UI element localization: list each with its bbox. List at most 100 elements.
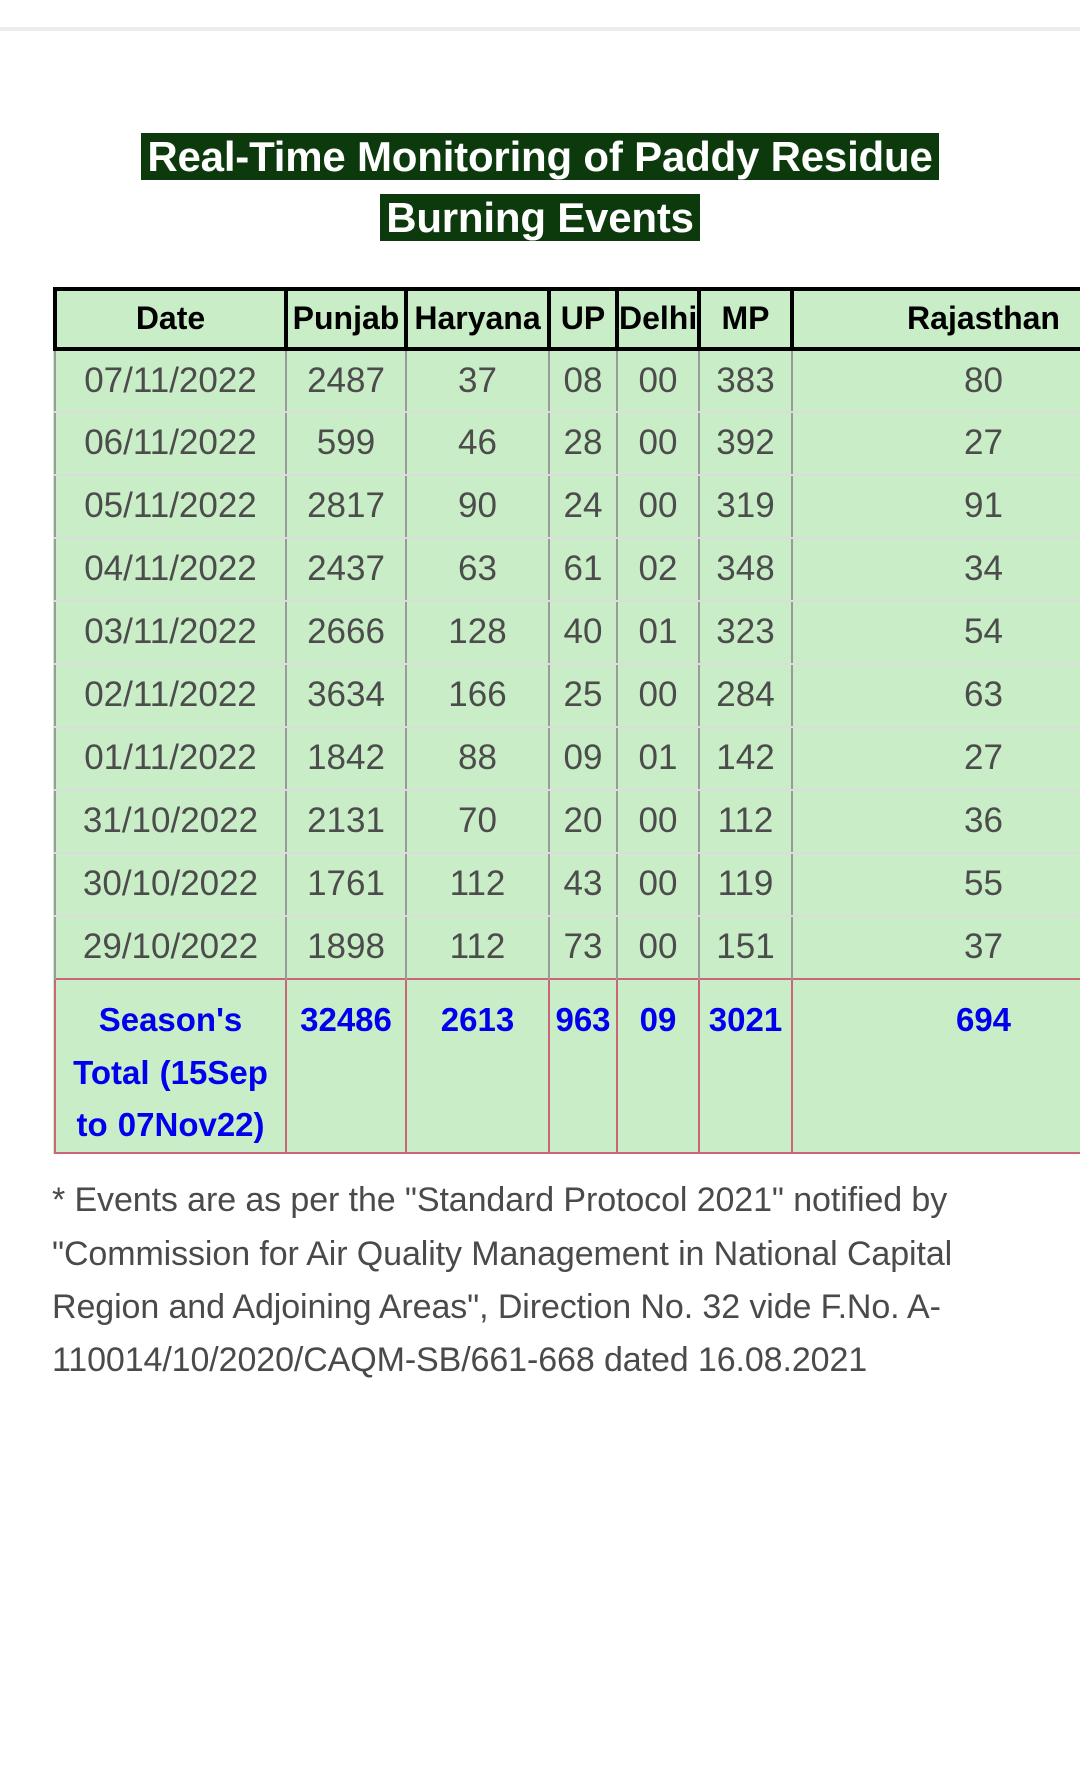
- season-total-up: 963: [548, 977, 618, 1155]
- cell-date: 31/10/2022: [54, 789, 286, 854]
- cell-rajasthan: 80: [791, 348, 1080, 413]
- cell-rajasthan: 34: [791, 537, 1080, 602]
- cell-date: 01/11/2022: [54, 726, 286, 791]
- cell-mp: 348: [698, 537, 792, 602]
- cell-punjab: 2437: [285, 537, 406, 602]
- cell-mp: 392: [698, 411, 792, 476]
- column-header-up: UP: [547, 286, 617, 351]
- cell-delhi: 01: [616, 726, 699, 791]
- cell-rajasthan: 54: [791, 600, 1080, 665]
- column-header-haryana: Haryana: [404, 286, 549, 351]
- cell-haryana: 46: [405, 411, 549, 476]
- cell-mp: 323: [698, 600, 792, 665]
- cell-haryana: 128: [405, 600, 549, 665]
- cell-up: 20: [548, 789, 617, 854]
- cell-date: 06/11/2022: [54, 411, 286, 476]
- cell-up: 08: [548, 348, 617, 413]
- cell-mp: 319: [698, 474, 792, 539]
- season-total-haryana: 2613: [405, 977, 550, 1155]
- cell-date: 03/11/2022: [54, 600, 286, 665]
- cell-date: 04/11/2022: [54, 537, 286, 602]
- cell-up: 73: [548, 915, 617, 979]
- cell-rajasthan: 55: [791, 852, 1080, 917]
- cell-punjab: 1842: [285, 726, 406, 791]
- page-title: Real-Time Monitoring of Paddy Residue Bu…: [0, 31, 1080, 249]
- table-row: 01/11/2022 1842 88 09 01 142 27: [54, 726, 1080, 791]
- cell-delhi: 00: [616, 663, 699, 728]
- cell-rajasthan: 91: [791, 474, 1080, 539]
- footnote-text: * Events are as per the "Standard Protoc…: [52, 1181, 953, 1380]
- cell-delhi: 00: [616, 852, 699, 917]
- season-total-label: Season's Total (15Sep to 07Nov22): [54, 977, 287, 1155]
- cell-punjab: 1761: [285, 852, 406, 917]
- cell-mp: 284: [698, 663, 792, 728]
- cell-up: 25: [548, 663, 617, 728]
- cell-up: 09: [548, 726, 617, 791]
- cell-mp: 112: [698, 789, 792, 854]
- table-row: 04/11/2022 2437 63 61 02 348 34: [54, 537, 1080, 602]
- cell-mp: 142: [698, 726, 792, 791]
- cell-haryana: 112: [405, 915, 549, 979]
- cell-rajasthan: 63: [791, 663, 1080, 728]
- paddy-burning-events-table: Date Punjab Haryana UP Delhi MP Rajastha…: [53, 286, 1080, 1155]
- table-row: 02/11/2022 3634 166 25 00 284 63: [54, 663, 1080, 728]
- column-header-date: Date: [53, 286, 286, 351]
- cell-rajasthan: 27: [791, 726, 1080, 791]
- table-row: 07/11/2022 2487 37 08 00 383 80: [54, 348, 1080, 413]
- table-row: 31/10/2022 2131 70 20 00 112 36: [54, 789, 1080, 854]
- cell-up: 24: [548, 474, 617, 539]
- cell-date: 29/10/2022: [54, 915, 286, 979]
- column-header-punjab: Punjab: [284, 286, 406, 351]
- season-total-row: Season's Total (15Sep to 07Nov22) 32486 …: [54, 977, 1080, 1155]
- cell-delhi: 00: [616, 789, 699, 854]
- page-title-text-2: Burning Events: [380, 193, 700, 241]
- cell-rajasthan: 27: [791, 411, 1080, 476]
- cell-mp: 119: [698, 852, 792, 917]
- cell-up: 61: [548, 537, 617, 602]
- table-row: 29/10/2022 1898 112 73 00 151 37: [54, 915, 1080, 979]
- season-total-mp: 3021: [698, 977, 793, 1155]
- cell-haryana: 166: [405, 663, 549, 728]
- cell-punjab: 2817: [285, 474, 406, 539]
- table-horizontal-scroll-area[interactable]: Date Punjab Haryana UP Delhi MP Rajastha…: [0, 286, 1080, 1155]
- table-row: 05/11/2022 2817 90 24 00 319 91: [54, 474, 1080, 539]
- cell-haryana: 90: [405, 474, 549, 539]
- cell-up: 40: [548, 600, 617, 665]
- cell-delhi: 01: [616, 600, 699, 665]
- table-header: Date Punjab Haryana UP Delhi MP Rajastha…: [53, 286, 1080, 351]
- cell-haryana: 37: [405, 348, 549, 413]
- cell-haryana: 70: [405, 789, 549, 854]
- cell-mp: 383: [698, 348, 792, 413]
- cell-date: 30/10/2022: [54, 852, 286, 917]
- cell-delhi: 00: [616, 411, 699, 476]
- table-row: 03/11/2022 2666 128 40 01 323 54: [54, 600, 1080, 665]
- cell-delhi: 02: [616, 537, 699, 602]
- cell-up: 28: [548, 411, 617, 476]
- cell-up: 43: [548, 852, 617, 917]
- column-header-delhi: Delhi: [615, 286, 699, 351]
- page-title-line-1: Real-Time Monitoring of Paddy Residue: [56, 127, 1024, 188]
- table-row: 30/10/2022 1761 112 43 00 119 55: [54, 852, 1080, 917]
- page-container: Real-Time Monitoring of Paddy Residue Bu…: [0, 31, 1080, 1388]
- table-totals: Season's Total (15Sep to 07Nov22) 32486 …: [54, 977, 1080, 1155]
- cell-punjab: 3634: [285, 663, 406, 728]
- season-total-delhi: 09: [616, 977, 700, 1155]
- season-total-punjab: 32486: [285, 977, 407, 1155]
- cell-haryana: 88: [405, 726, 549, 791]
- column-header-mp: MP: [697, 286, 792, 351]
- cell-date: 05/11/2022: [54, 474, 286, 539]
- table-row: 06/11/2022 599 46 28 00 392 27: [54, 411, 1080, 476]
- cell-punjab: 2666: [285, 600, 406, 665]
- cell-mp: 151: [698, 915, 792, 979]
- table-header-row: Date Punjab Haryana UP Delhi MP Rajastha…: [53, 286, 1080, 351]
- cell-punjab: 599: [285, 411, 406, 476]
- cell-date: 07/11/2022: [54, 348, 286, 413]
- cell-delhi: 00: [616, 474, 699, 539]
- table-body: 07/11/2022 2487 37 08 00 383 80 06/11/20…: [54, 348, 1080, 979]
- page-title-text-1: Real-Time Monitoring of Paddy Residue: [141, 133, 939, 180]
- page-title-line-2: Burning Events: [56, 188, 1024, 249]
- column-header-rajasthan: Rajasthan: [790, 286, 1080, 351]
- cell-haryana: 63: [405, 537, 549, 602]
- cell-date: 02/11/2022: [54, 663, 286, 728]
- cell-delhi: 00: [616, 348, 699, 413]
